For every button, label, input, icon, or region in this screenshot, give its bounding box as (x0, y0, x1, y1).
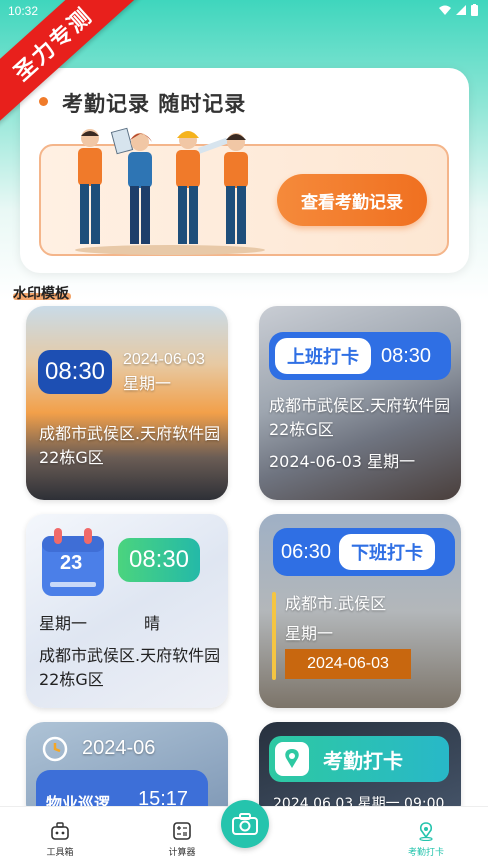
clock-out-badge: 下班打卡 (339, 534, 436, 570)
banner-dot (39, 97, 48, 106)
camera-icon (232, 813, 258, 835)
template-weather: 晴 (144, 614, 161, 633)
watermark-template-1[interactable]: 08:30 2024-06-03 星期一 成都市武侯区.天府软件园22栋G区 (26, 306, 228, 500)
template-weekday: 星期一 (285, 624, 334, 643)
signal-icon (456, 5, 466, 15)
banner-title: 考勤记录 随时记录 (62, 92, 247, 116)
attendance-bar: 考勤打卡 (269, 736, 449, 782)
nav-label: 考勤打卡 (407, 848, 444, 858)
time-pill: 08:30 (38, 350, 112, 394)
location-icon (419, 822, 433, 841)
template-time: 06:30 (281, 540, 332, 563)
template-date: 2024-06-03 (285, 649, 411, 679)
template-time: 08:30 (44, 358, 106, 385)
camera-button[interactable] (221, 800, 269, 848)
watermark-template-3[interactable]: 23 08:30 星期一 晴 成都市武侯区.天府软件园22栋G区 (26, 514, 228, 708)
template-address: 成都市武侯区.天府软件园22栋G区 (269, 396, 451, 439)
template-address: 成都市武侯区.天府软件园22栋G区 (39, 646, 221, 689)
attendance-banner: 考勤记录 随时记录 查看考勤记录 (20, 68, 469, 273)
template-date: 2024-06 (82, 737, 156, 759)
watermark-template-2[interactable]: 上班打卡 08:30 成都市武侯区.天府软件园22栋G区 2024-06-03 … (259, 306, 461, 500)
template-weekday: 星期一 (39, 614, 88, 633)
clock-out-bar: 06:30 下班打卡 (273, 528, 455, 576)
nav-calculator[interactable]: 计算器 (152, 821, 212, 858)
view-attendance-button[interactable]: 查看考勤记录 (277, 174, 427, 226)
battery-icon (471, 4, 478, 16)
template-date-weekday: 2024-06-03 星期一 (269, 452, 416, 471)
calculator-icon (173, 822, 191, 840)
template-weekday: 星期一 (123, 374, 172, 393)
template-city: 成都市.武侯区 (285, 594, 387, 613)
status-time: 10:32 (8, 4, 39, 18)
clock-icon (42, 736, 68, 762)
clock-in-badge: 上班打卡 (275, 338, 371, 374)
template-time: 08:30 (128, 546, 190, 573)
location-pin-icon (275, 742, 309, 776)
watermark-template-4[interactable]: 06:30 下班打卡 成都市.武侯区 星期一 2024-06-03 (259, 514, 461, 708)
accent-bar (272, 592, 276, 680)
template-time: 08:30 (381, 344, 432, 367)
calendar-day: 23 (60, 552, 83, 574)
nav-toolbox[interactable]: 工具箱 (30, 821, 90, 858)
workers-illustration (75, 127, 265, 255)
template-address: 成都市武侯区.天府软件园22栋G区 (39, 424, 221, 467)
nav-label: 计算器 (168, 848, 196, 858)
clock-in-bar: 上班打卡 08:30 (269, 332, 451, 380)
status-icons (439, 4, 478, 16)
section-title: 水印模板 (13, 286, 69, 302)
attendance-badge: 考勤打卡 (323, 748, 403, 773)
toolbox-icon (51, 822, 69, 840)
time-pill: 08:30 (118, 538, 200, 582)
nav-label: 工具箱 (46, 848, 74, 858)
wifi-icon (439, 5, 451, 15)
nav-attendance[interactable]: 考勤打卡 (396, 821, 456, 858)
template-date: 2024-06-03 (123, 351, 205, 368)
